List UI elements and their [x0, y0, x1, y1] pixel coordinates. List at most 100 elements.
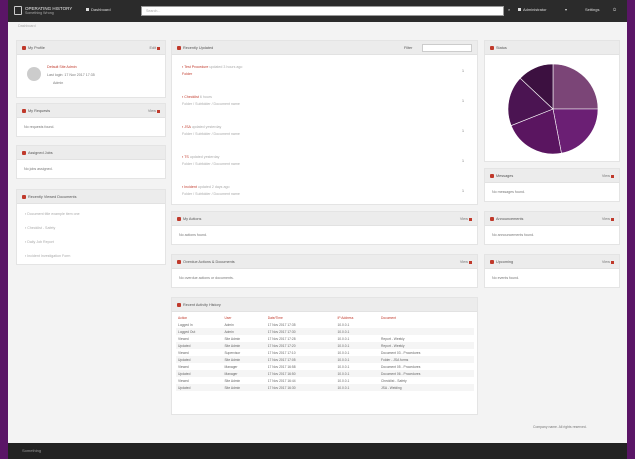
table-cell: Updated: [176, 356, 223, 363]
list-item[interactable]: ▪ TS updated yesterday Folder / Subfolde…: [182, 155, 240, 166]
column-header[interactable]: Document: [379, 314, 474, 321]
panel-title: My Profile: [28, 46, 45, 50]
activity-history-panel: Recent Activity History Action User Date…: [171, 297, 478, 415]
list-item[interactable]: ▪ Test Procedure updated 3 hours ago Fol…: [182, 65, 242, 76]
table-cell: [378, 328, 474, 335]
list-item[interactable]: ▪ Checklist 6 hours Folder / Subfolder /…: [182, 95, 240, 106]
avatar: [27, 67, 41, 81]
column-header[interactable]: User: [222, 314, 265, 321]
table-cell: Updated: [176, 342, 223, 349]
list-item-count: 1: [462, 189, 464, 193]
panel-title: Upcoming: [496, 260, 514, 264]
list-item-count: 1: [462, 129, 464, 133]
pie-slice-0[interactable]: [552, 63, 599, 110]
view-messages-link[interactable]: View: [602, 174, 614, 178]
table-cell: 10.0.0.1: [337, 350, 350, 355]
panel-title: Recently Viewed Documents: [28, 195, 77, 199]
table-row[interactable]: Viewed Manager 17 Nov 2017 16:58 10.0.0.1 Do…: [176, 363, 474, 370]
edit-icon: [157, 46, 160, 50]
breadcrumb[interactable]: Dashboard: [18, 24, 36, 28]
table-header-row: Action User Date/Time IP Address Documen…: [176, 314, 474, 321]
table-cell: Folder - JSA forms: [378, 356, 474, 363]
table-cell: Viewed: [178, 336, 189, 341]
list-item-count: 1: [462, 99, 464, 103]
view-upcoming-link[interactable]: View: [602, 260, 614, 264]
column-header[interactable]: Action: [176, 314, 222, 321]
arrow-icon: [469, 217, 472, 221]
my-requests-panel: My Requests View No requests found.: [16, 103, 166, 137]
arrow-icon: [611, 174, 614, 178]
activity-table: Action User Date/Time IP Address Documen…: [176, 314, 474, 391]
table-row[interactable]: Logged In Admin 17 Nov 2017 17:35 10.0.0.1: [176, 321, 474, 328]
warning-icon: [177, 260, 181, 264]
arrow-icon: [469, 260, 472, 264]
view-requests-link[interactable]: View: [148, 109, 160, 113]
settings-link[interactable]: Settings: [585, 7, 599, 15]
table-row[interactable]: Updated Site Admin 17 Nov 2017 17:20 10.0.0…: [176, 342, 474, 349]
table-cell: Report - Weekly: [380, 336, 405, 341]
overdue-panel: Overdue Actions & Documents View No overd…: [171, 254, 478, 288]
table-cell: Site Admin: [222, 342, 266, 349]
table-cell: Checklist - Safety: [380, 378, 407, 383]
table-cell: Site Admin: [222, 384, 266, 391]
search-input[interactable]: Search...: [141, 6, 504, 16]
table-cell: 10.0.0.1: [335, 342, 379, 349]
list-item[interactable]: ▪ JSA updated yesterday Folder / Subfold…: [182, 125, 240, 136]
filter-input[interactable]: [422, 44, 472, 52]
table-cell: 17 Nov 2017 17:05: [265, 356, 336, 363]
recent-doc-item[interactable]: ▪ Checklist - Safety: [25, 226, 55, 230]
profile-name[interactable]: Default Site Admin: [47, 65, 77, 69]
panel-title: Assigned Jobs: [28, 151, 53, 155]
copyright-note: Company name. All rights reserved.: [533, 425, 587, 429]
list-item-count: 1: [462, 159, 464, 163]
recent-doc-item[interactable]: ▪ Incident Investigation Form: [25, 254, 70, 258]
view-overdue-link[interactable]: View: [460, 260, 472, 264]
clock-icon: [177, 46, 181, 50]
request-icon: [22, 109, 26, 113]
recent-doc-item[interactable]: ▪ Document title example item one: [25, 212, 80, 216]
table-row[interactable]: Updated Manager 17 Nov 2017 16:50 10.0.0.1 D…: [176, 370, 474, 377]
role-label: Admin: [53, 81, 64, 85]
top-navbar: OPERATING HISTORY Something Wrong Dashbo…: [8, 0, 627, 22]
table-row[interactable]: Viewed Site Admin 17 Nov 2017 17:28 10.0.0.…: [176, 335, 474, 342]
table-row[interactable]: Updated Site Admin 17 Nov 2017 17:05 10.0.0…: [176, 356, 474, 363]
column-header[interactable]: Date/Time: [266, 314, 336, 321]
user-icon: [518, 8, 521, 11]
activity-table-body: Logged In Admin 17 Nov 2017 17:35 10.0.0.1 L…: [176, 321, 474, 391]
footer-logo: Something: [22, 448, 42, 453]
empty-message: No jobs assigned.: [24, 167, 53, 171]
table-row[interactable]: Updated Site Admin 17 Nov 2017 16:30 10.0.0…: [176, 384, 474, 391]
user-menu-button[interactable]: Administrator: [518, 7, 547, 15]
search-icon[interactable]: ⌕: [508, 7, 510, 15]
dashboard-nav-button[interactable]: Dashboard: [86, 7, 111, 15]
table-cell: Updated: [176, 384, 223, 391]
list-item[interactable]: ▪ Incident updated 2 days ago Folder / S…: [182, 185, 240, 196]
table-cell: 10.0.0.1: [337, 364, 350, 369]
table-cell: 17 Nov 2017 17:10: [267, 350, 296, 355]
table-cell: Site Admin: [224, 378, 241, 383]
column-header[interactable]: IP Address: [335, 314, 379, 321]
home-icon: [86, 8, 89, 11]
empty-message: No overdue actions or documents.: [179, 276, 234, 280]
profile-icon[interactable]: ▾: [565, 7, 567, 15]
table-cell: Logged Out: [176, 328, 223, 335]
table-row[interactable]: Viewed Supervisor 17 Nov 2017 17:10 10.0.0.…: [176, 349, 474, 356]
app-logo[interactable]: OPERATING HISTORY Something Wrong: [14, 5, 74, 17]
panel-title: Recently Updated: [183, 46, 214, 50]
arrow-icon: [611, 217, 614, 221]
view-actions-link[interactable]: View: [460, 217, 472, 221]
document-icon: [22, 195, 26, 199]
edit-profile-link[interactable]: Edit: [149, 46, 160, 50]
table-row[interactable]: Viewed Site Admin 17 Nov 2017 16:44 10.0.0.…: [176, 377, 474, 384]
table-cell: 10.0.0.1: [335, 384, 379, 391]
table-cell: Manager: [222, 370, 266, 377]
panel-title: Overdue Actions & Documents: [183, 260, 235, 264]
panel-header: My Profile Edit: [17, 41, 165, 55]
empty-message: No actions found.: [179, 233, 207, 237]
logout-icon[interactable]: ⏻: [613, 7, 616, 15]
table-cell: 17 Nov 2017 16:44: [267, 378, 296, 383]
table-cell: Viewed: [178, 350, 189, 355]
recent-doc-item[interactable]: ▪ Daily Job Report: [25, 240, 54, 244]
view-announcements-link[interactable]: View: [602, 217, 614, 221]
table-row[interactable]: Logged Out Admin 17 Nov 2017 17:30 10.0.0.1: [176, 328, 474, 335]
